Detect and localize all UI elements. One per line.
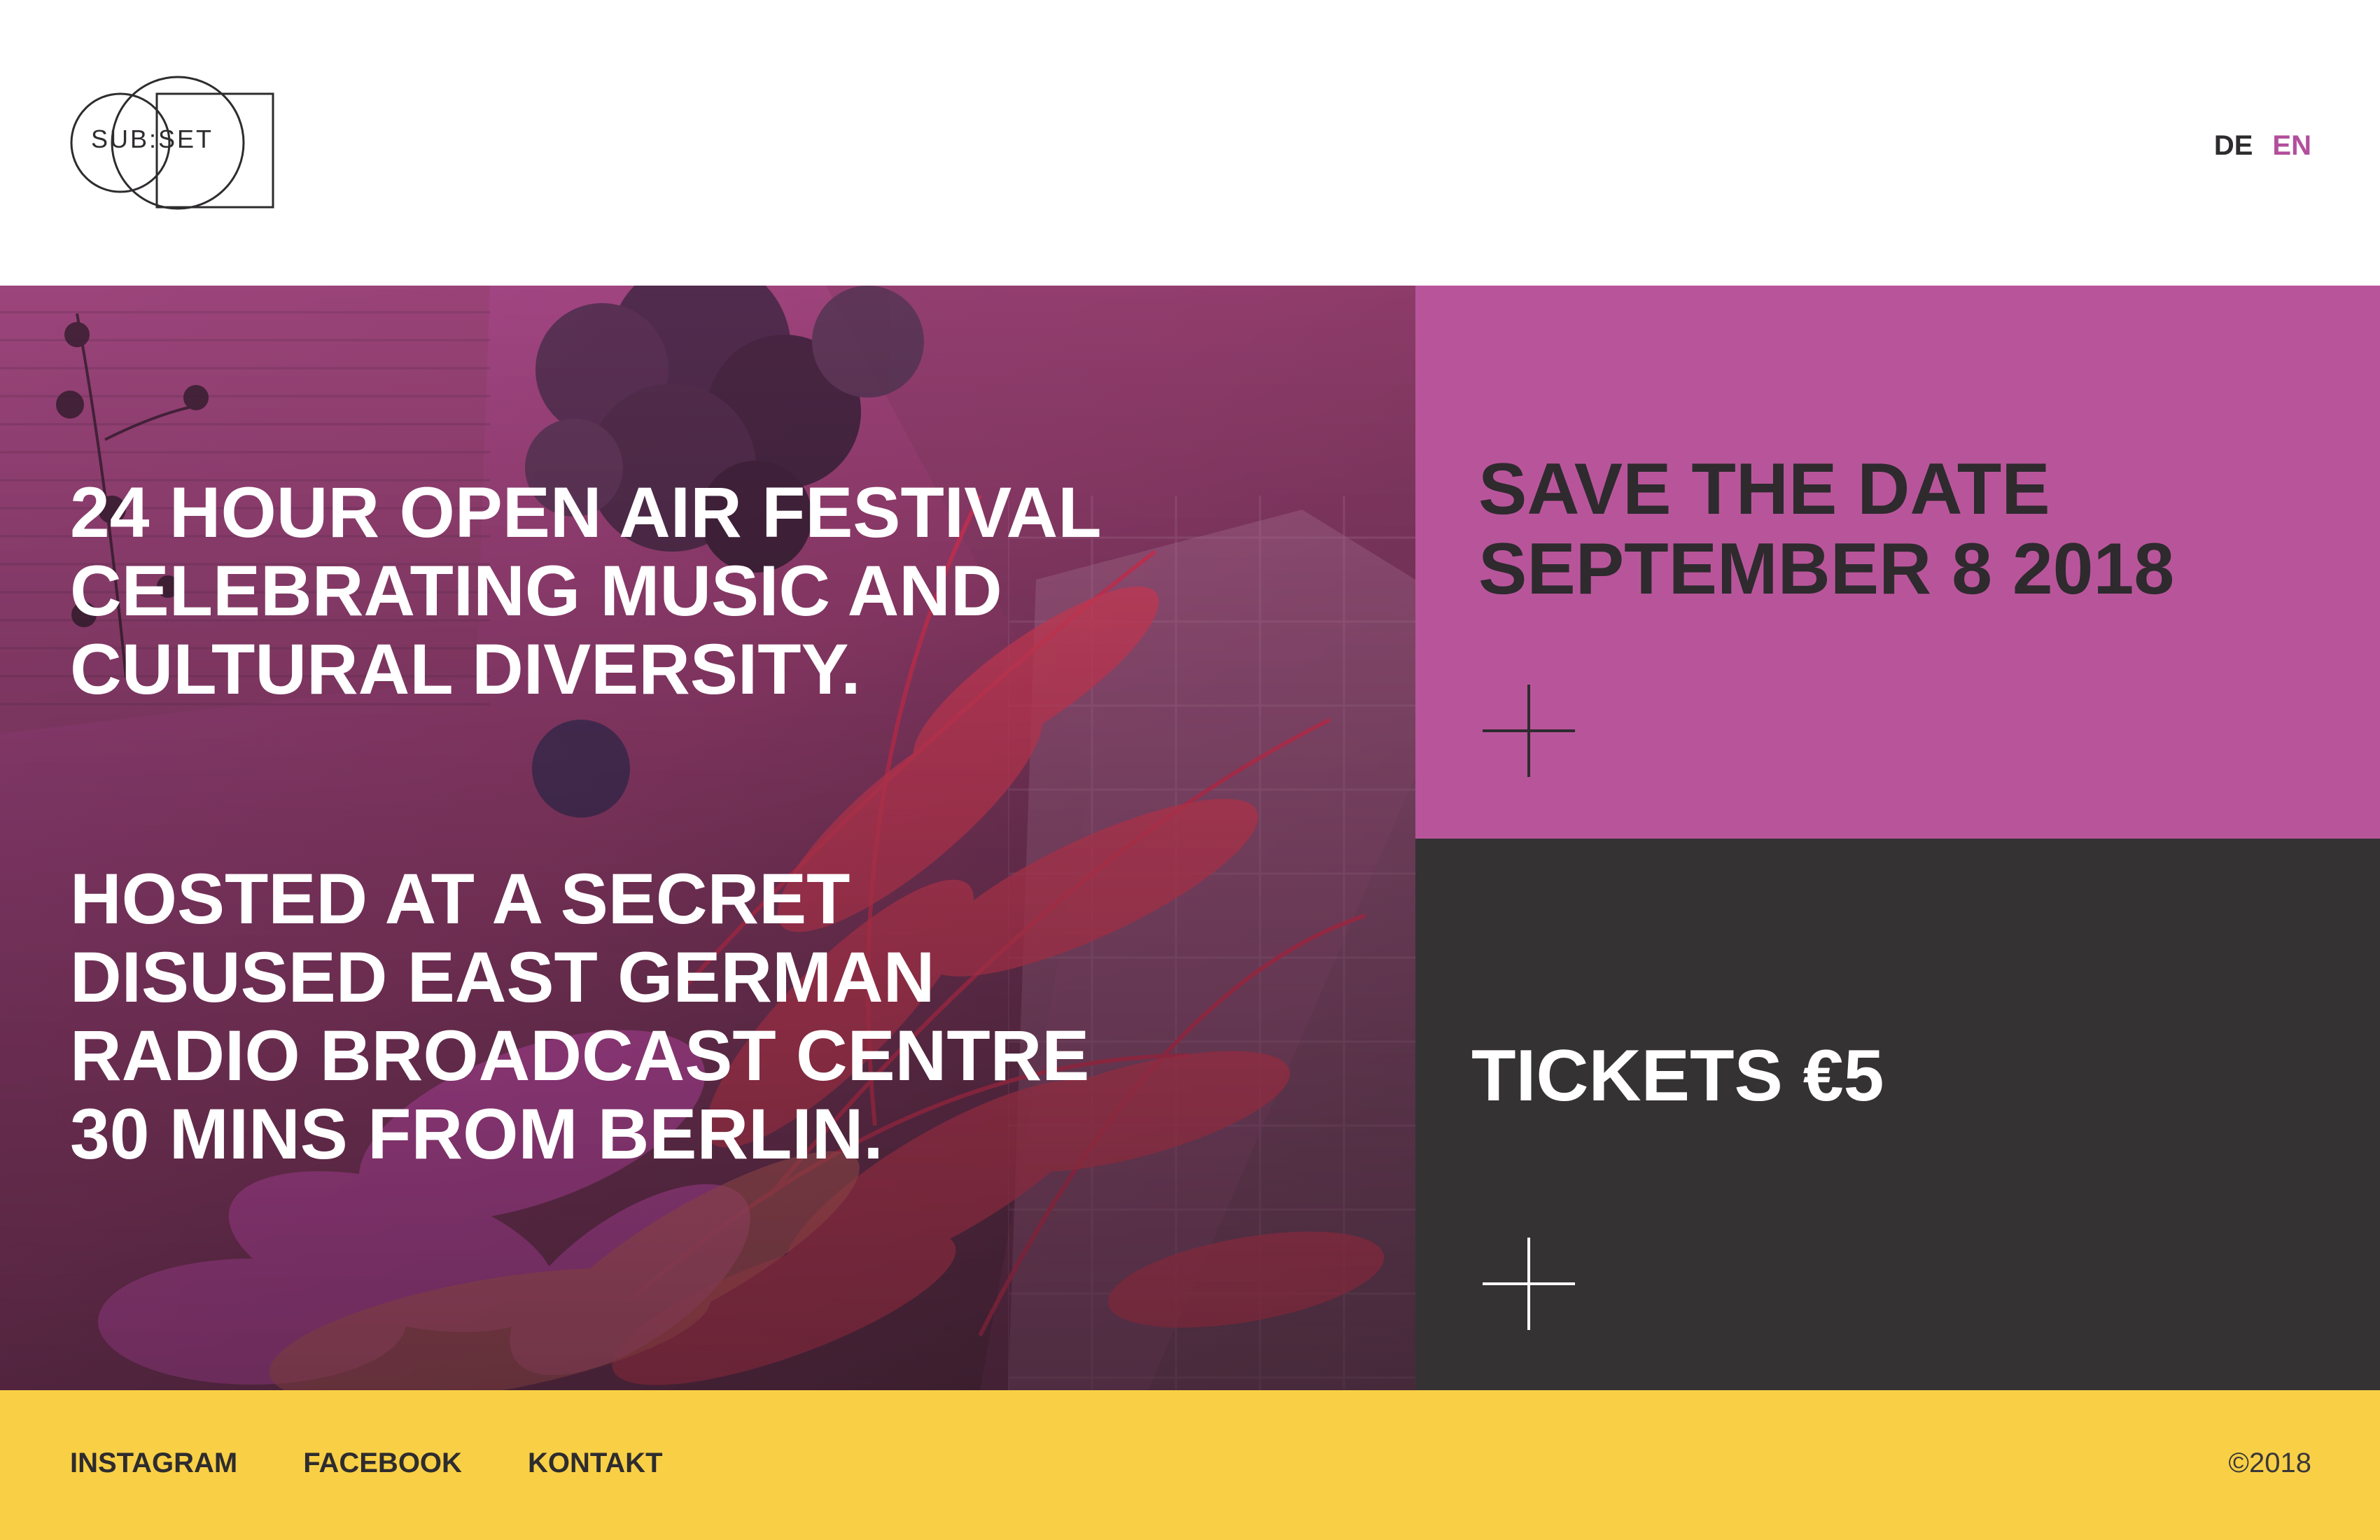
- save-the-date-line: SAVE THE DATE: [1478, 449, 2050, 530]
- save-the-date-panel[interactable]: SAVE THE DATE SEPTEMBER 8 2018: [1415, 286, 2380, 839]
- event-date: SEPTEMBER 8 2018: [1478, 528, 2175, 610]
- lang-de-link[interactable]: DE: [2214, 130, 2253, 162]
- language-switcher: DE EN: [2214, 130, 2311, 162]
- tickets-panel[interactable]: TICKETS €5: [1415, 839, 2380, 1390]
- hero-paragraph-1: 24 HOUR OPEN AIR FESTIVAL CELEBRATING MU…: [70, 472, 1100, 709]
- facebook-link[interactable]: FACEBOOK: [303, 1448, 462, 1479]
- hero-plants-image: [0, 286, 1415, 1390]
- copyright: ©2018: [2228, 1448, 2311, 1478]
- save-the-date-heading: SAVE THE DATE SEPTEMBER 8 2018: [1478, 449, 2174, 609]
- subset-logo[interactable]: SUB:SET: [70, 66, 280, 213]
- footer-nav: INSTAGRAM FACEBOOK KONTAKT: [70, 1448, 663, 1479]
- logo-text: SUB:SET: [91, 125, 214, 153]
- page: SUB:SET DE EN 24 HOUR OPEN AIR FESTIVAL …: [0, 0, 2380, 1540]
- instagram-link[interactable]: INSTAGRAM: [70, 1448, 237, 1479]
- tickets-heading: TICKETS €5: [1471, 1035, 1884, 1116]
- plus-icon[interactable]: [1483, 1238, 1575, 1330]
- hero: 24 HOUR OPEN AIR FESTIVAL CELEBRATING MU…: [0, 286, 1415, 1390]
- plus-icon[interactable]: [1483, 685, 1575, 777]
- hero-paragraph-2: HOSTED AT A SECRET DISUSED EAST GERMAN R…: [70, 859, 1090, 1174]
- kontakt-link[interactable]: KONTAKT: [528, 1448, 663, 1479]
- footer: INSTAGRAM FACEBOOK KONTAKT ©2018: [0, 1390, 2380, 1540]
- header: SUB:SET DE EN: [0, 0, 2380, 286]
- lang-en-link[interactable]: EN: [2272, 130, 2311, 162]
